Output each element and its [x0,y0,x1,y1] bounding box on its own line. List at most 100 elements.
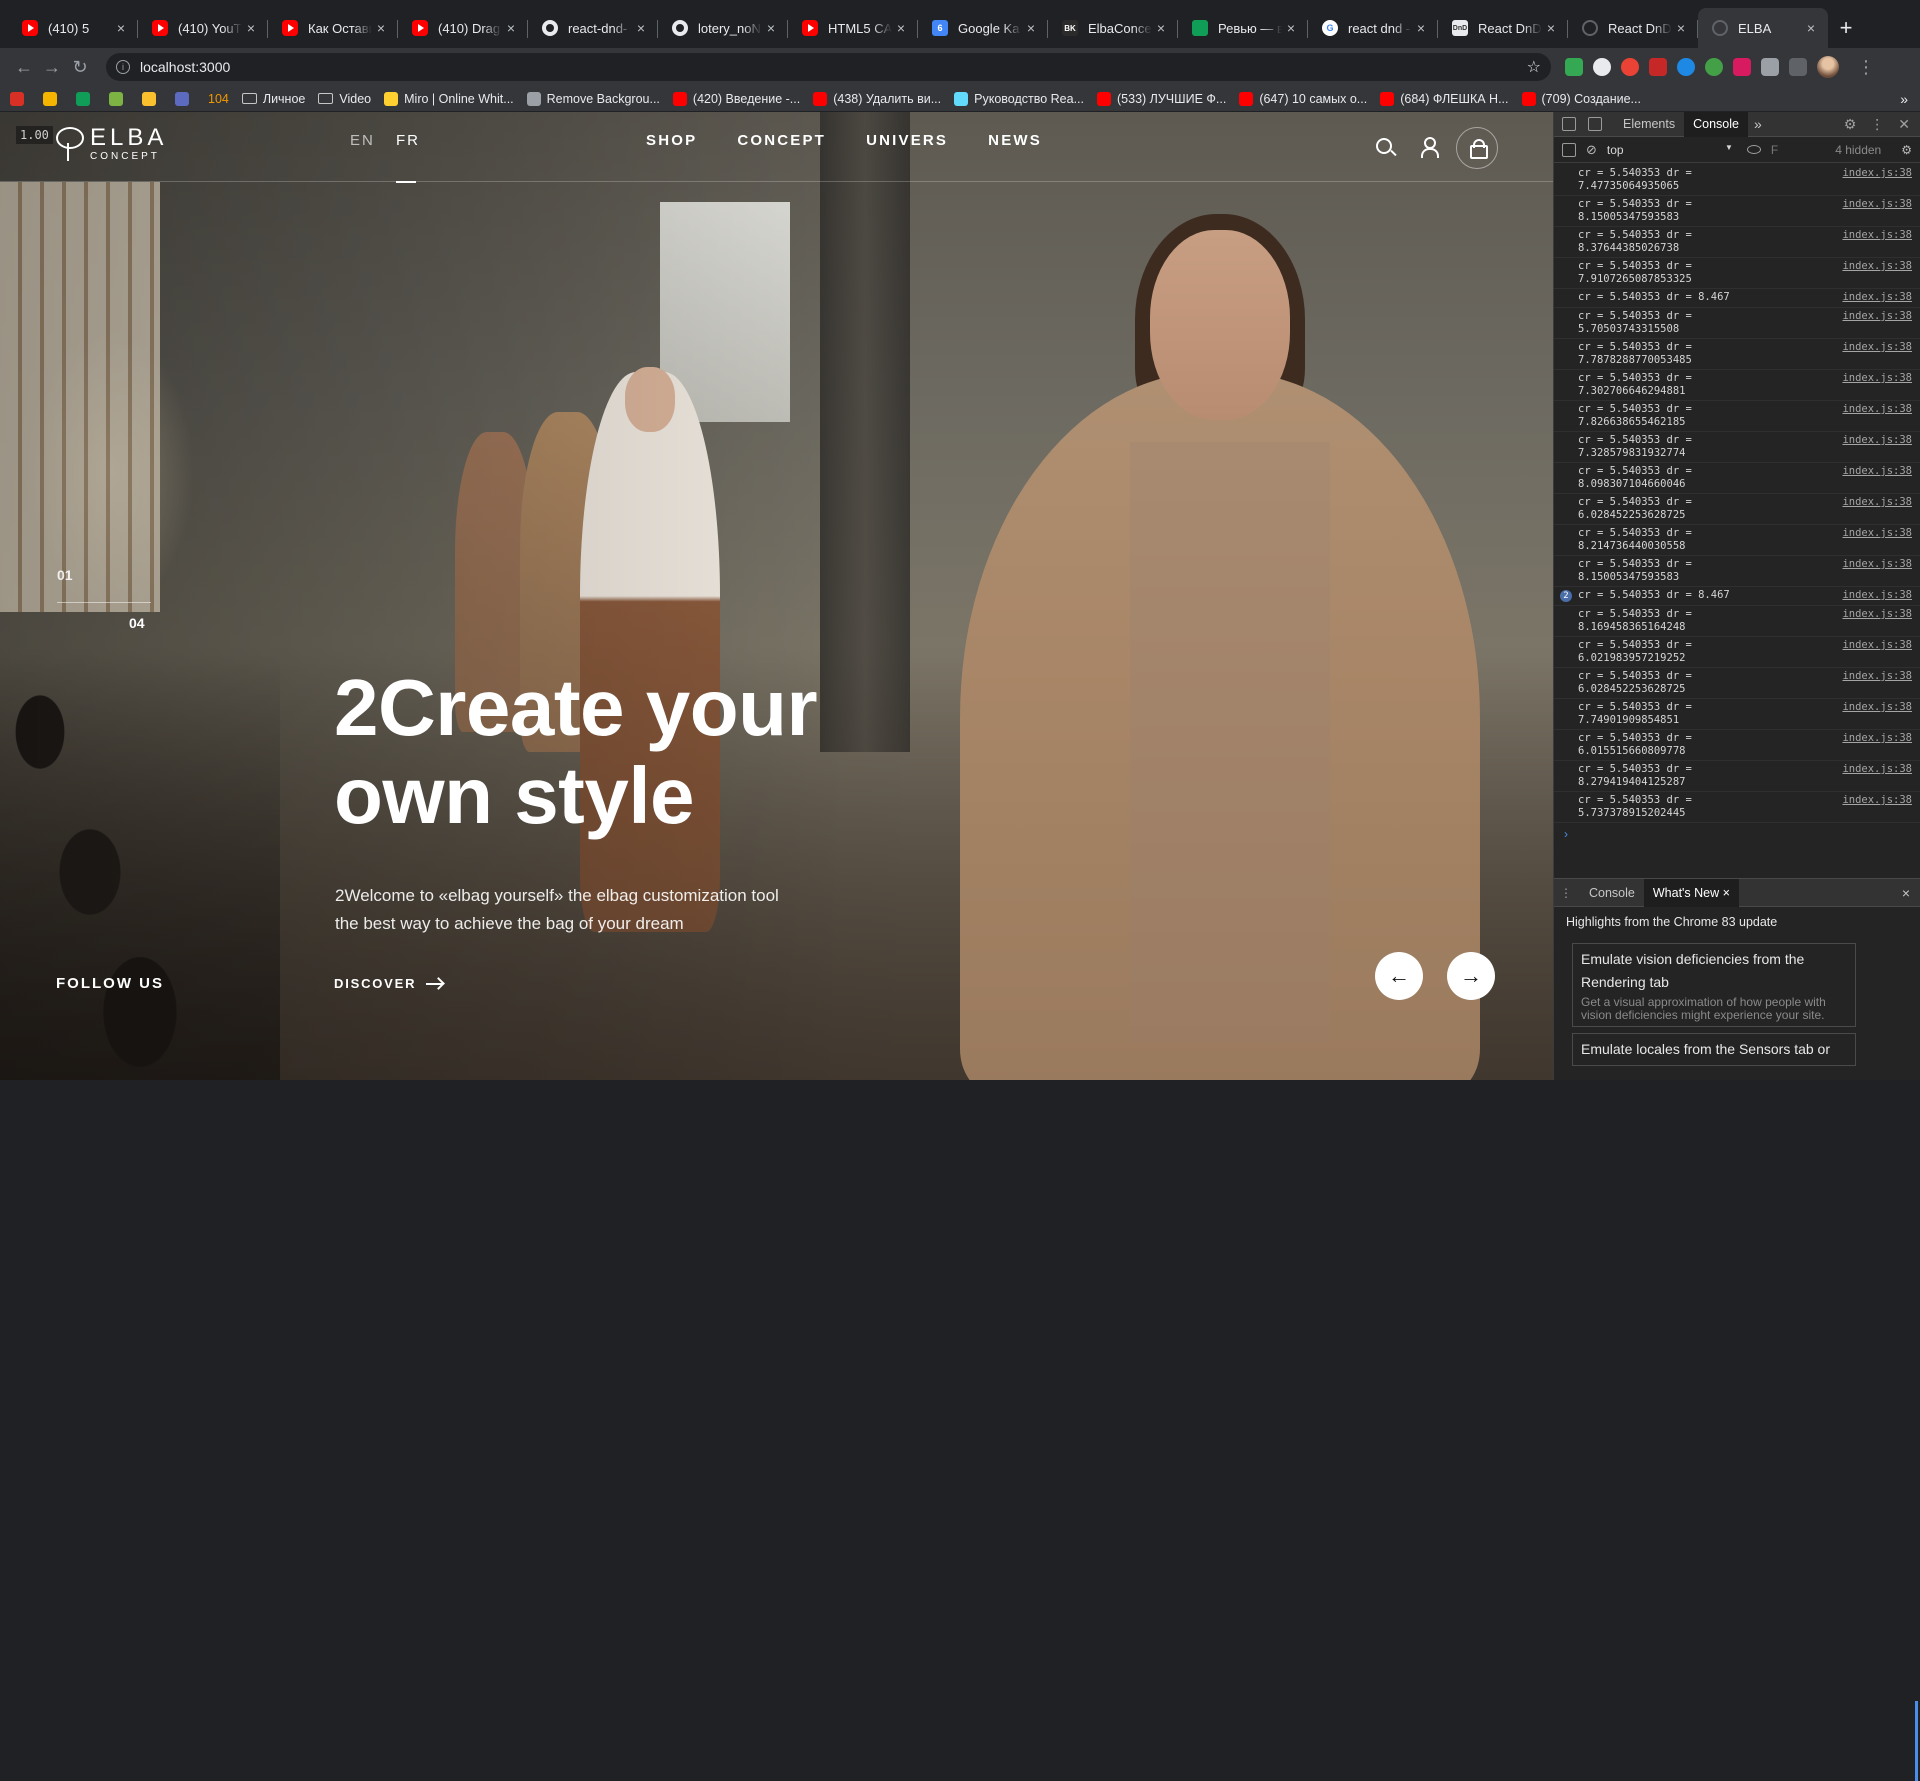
bookmark-item[interactable]: (533) ЛУЧШИЕ Ф... [1097,91,1226,106]
bookmark-item[interactable] [10,91,30,106]
close-devtools-icon[interactable]: ✕ [1898,116,1910,133]
close-tab-icon[interactable]: × [242,20,260,36]
close-drawer-icon[interactable]: × [1902,885,1910,901]
close-tab-icon[interactable]: × [632,20,650,36]
bookmark-item[interactable] [175,91,195,106]
log-source-link[interactable]: index.js:38 [1842,260,1912,286]
more-tabs-icon[interactable]: » [1754,116,1762,132]
close-tab-icon[interactable]: × [1412,20,1430,36]
follow-us-link[interactable]: FOLLOW US [56,975,164,992]
close-tab-icon[interactable]: × [892,20,910,36]
log-source-link[interactable]: index.js:38 [1842,465,1912,491]
log-source-link[interactable]: index.js:38 [1842,341,1912,367]
slider-prev-button[interactable]: ← [1375,952,1423,1000]
log-source-link[interactable]: index.js:38 [1842,310,1912,336]
bookmark-item[interactable]: Личное [241,92,305,106]
devtools-menu-icon[interactable]: ⋮ [1870,116,1884,133]
drawer-tab-whats-new[interactable]: What's New × [1643,878,1739,907]
console-prompt[interactable]: › [1554,823,1920,845]
browser-tab[interactable]: react-dnd- × [528,8,658,48]
user-icon[interactable] [1421,137,1439,158]
profile-avatar[interactable] [1817,56,1839,78]
devtools-tab-elements[interactable]: Elements [1614,112,1684,137]
puzzle-icon[interactable] [1761,58,1779,76]
clear-console-icon[interactable]: ⊘ [1586,142,1597,158]
extension-icon[interactable] [1677,58,1695,76]
media-icon[interactable] [1789,58,1807,76]
nav-news[interactable]: NEWS [988,132,1042,149]
log-source-link[interactable]: index.js:38 [1842,434,1912,460]
back-arrow-icon[interactable]: ← [10,53,38,81]
close-tab-icon[interactable]: × [372,20,390,36]
reload-icon[interactable]: ↻ [66,53,94,81]
nav-univers[interactable]: UNIVERS [866,132,948,149]
bag-cart-button[interactable] [1456,127,1498,169]
log-source-link[interactable]: index.js:38 [1842,701,1912,727]
browser-tab[interactable]: BK ElbaConce × [1048,8,1178,48]
new-tab-button[interactable]: + [1828,8,1864,48]
bookmark-item[interactable] [76,91,96,106]
context-selector[interactable]: top ▼ [1607,143,1737,157]
log-source-link[interactable]: index.js:38 [1842,527,1912,553]
log-source-link[interactable]: index.js:38 [1842,670,1912,696]
extension-icon[interactable] [1649,58,1667,76]
browser-tab[interactable]: HTML5 CA × [788,8,918,48]
console-settings-icon[interactable]: ⚙ [1901,143,1912,157]
log-source-link[interactable]: index.js:38 [1842,558,1912,584]
log-source-link[interactable]: index.js:38 [1842,732,1912,758]
sidebar-toggle-icon[interactable] [1562,142,1576,157]
log-source-link[interactable]: index.js:38 [1842,763,1912,789]
close-tab-icon[interactable]: × [1152,20,1170,36]
browser-tab[interactable]: Как Оставить× [268,8,398,48]
site-info-icon[interactable]: i [116,60,130,74]
log-source-link[interactable]: index.js:38 [1842,496,1912,522]
log-source-link[interactable]: index.js:38 [1842,229,1912,255]
lang-fr[interactable]: FR [396,132,420,149]
filter-input[interactable]: F [1771,143,1778,157]
discover-button[interactable]: DISCOVER [334,976,443,991]
forward-arrow-icon[interactable]: → [38,53,66,81]
inspect-element-icon[interactable] [1562,117,1576,131]
log-source-link[interactable]: index.js:38 [1842,589,1912,603]
bookmark-item[interactable]: (420) Введение -... [672,91,800,106]
devtools-tab-console[interactable]: Console [1684,111,1748,137]
slider-next-button[interactable]: → [1447,952,1495,1000]
bookmark-item[interactable] [142,91,162,106]
drawer-menu-icon[interactable]: ⋮ [1560,886,1572,900]
browser-tab[interactable]: 6 Google Ka × [918,8,1048,48]
bookmark-item[interactable]: (438) Удалить ви... [813,91,941,106]
bookmark-item[interactable]: Руководство Rea... [954,91,1084,106]
close-tab-icon[interactable]: × [1282,20,1300,36]
close-tab-icon[interactable]: × [762,20,780,36]
browser-tab[interactable]: (410) Drag × [398,8,528,48]
browser-tab[interactable]: DnD React DnD × [1438,8,1568,48]
log-source-link[interactable]: index.js:38 [1842,403,1912,429]
extension-icon[interactable] [1733,58,1751,76]
close-tab-icon[interactable]: × [1542,20,1560,36]
bookmark-item[interactable]: Video [318,92,371,106]
bookmark-item[interactable]: (684) ФЛЕШКА Н... [1380,91,1509,106]
search-icon[interactable] [1376,138,1392,154]
extension-icon[interactable] [1705,58,1723,76]
bookmark-item[interactable]: (647) 10 самых о... [1239,91,1367,106]
bookmark-item[interactable] [109,91,129,106]
close-tab-icon[interactable]: × [1022,20,1040,36]
browser-tab[interactable]: (410) YouTube× [138,8,268,48]
bookmark-item[interactable]: 104 [208,92,229,106]
drawer-scrollbar[interactable] [1915,1701,1918,1781]
hidden-messages-count[interactable]: 4 hidden [1835,143,1881,157]
browser-tab[interactable]: ELBA × [1698,8,1828,48]
menu-kebab-icon[interactable]: ⋮ [1857,57,1875,78]
close-tab-icon[interactable]: × [1672,20,1690,36]
whats-new-card[interactable]: Emulate locales from the Sensors tab or [1572,1033,1856,1066]
log-source-link[interactable]: index.js:38 [1842,167,1912,193]
device-toolbar-icon[interactable] [1588,117,1602,131]
extension-icon[interactable] [1621,58,1639,76]
elba-logo[interactable]: ELBA CONCEPT [56,126,167,162]
bookmark-item[interactable] [43,91,63,106]
close-tab-icon[interactable]: × [502,20,520,36]
whats-new-card[interactable]: Emulate vision deficiencies from the Ren… [1572,943,1856,1027]
extension-icon[interactable] [1593,58,1611,76]
live-expression-eye-icon[interactable] [1746,145,1761,154]
address-bar[interactable]: i localhost:3000 ☆ [106,53,1551,81]
